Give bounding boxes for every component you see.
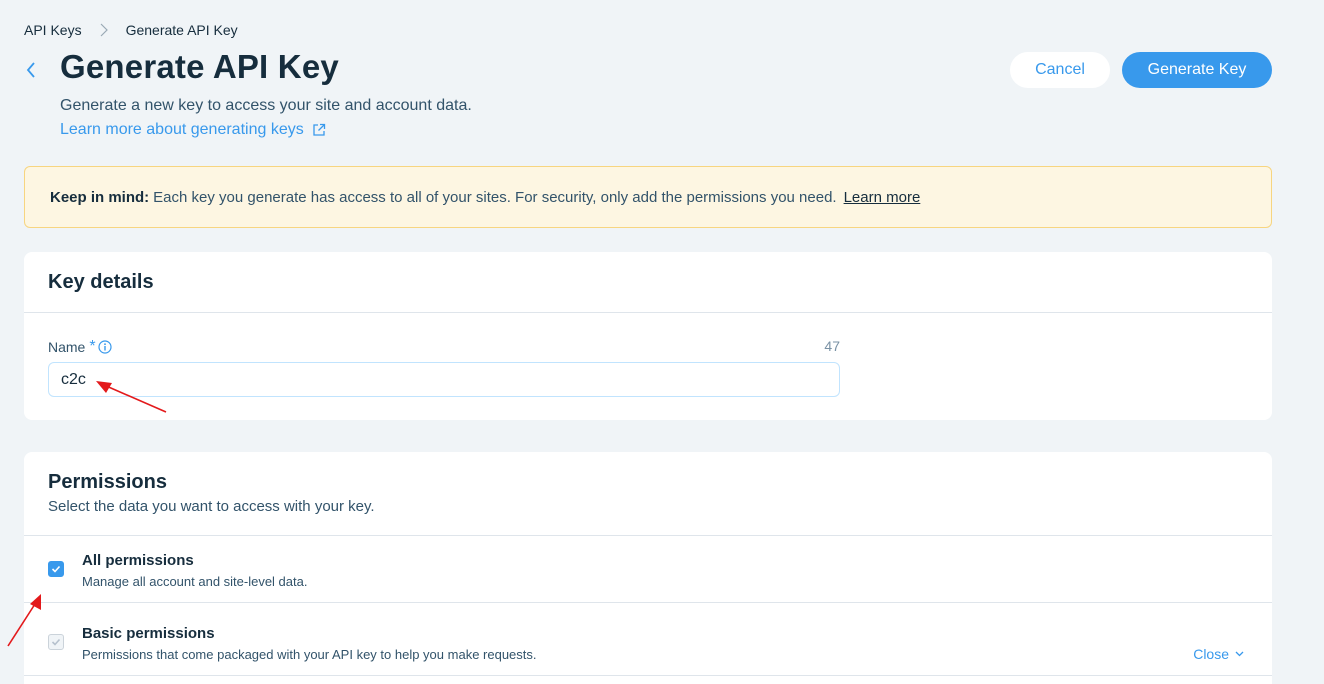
breadcrumb-current: Generate API Key [125, 22, 238, 38]
back-button[interactable] [22, 60, 40, 80]
permission-description: Manage all account and site-level data. [82, 574, 308, 589]
breadcrumb: API Keys Generate API Key [24, 22, 238, 38]
notice-bold-label: Keep in mind: [50, 188, 150, 206]
key-details-card: Key details Name * 47 [24, 252, 1272, 420]
permission-name: Basic permissions [82, 625, 215, 642]
divider [24, 312, 1272, 313]
permissions-title: Permissions [48, 471, 167, 493]
close-toggle[interactable]: Close [1193, 646, 1244, 662]
checkmark-icon [51, 638, 61, 646]
permissions-card: Permissions Select the data you want to … [24, 452, 1272, 684]
name-field-label: Name * [48, 338, 112, 356]
required-mark: * [89, 338, 96, 355]
basic-permissions-checkbox[interactable] [48, 634, 64, 650]
permissions-subtitle: Select the data you want to access with … [48, 498, 375, 515]
learn-link-label: Learn more about generating keys [60, 121, 304, 138]
permission-row-all: All permissions Manage all account and s… [24, 535, 1272, 602]
key-details-title: Key details [48, 271, 154, 293]
permission-description: Permissions that come packaged with your… [82, 647, 537, 662]
page-title: Generate API Key [60, 48, 339, 85]
generate-key-button[interactable]: Generate Key [1122, 52, 1272, 88]
chevron-right-icon [100, 23, 108, 37]
permission-row-basic: Basic permissions Permissions that come … [24, 602, 1272, 675]
info-icon[interactable] [97, 340, 112, 354]
name-label-text: Name [48, 339, 86, 355]
notice-learn-more-link[interactable]: Learn more [844, 189, 921, 206]
learn-more-generating-keys-link[interactable]: Learn more about generating keys [60, 121, 326, 139]
page-subtitle: Generate a new key to access your site a… [60, 97, 472, 114]
divider [24, 675, 1272, 676]
chevron-down-icon [1235, 651, 1244, 657]
external-link-icon [312, 123, 326, 137]
char-count: 47 [824, 338, 840, 354]
permission-name: All permissions [82, 552, 194, 569]
notice-text: Each key you generate has access to all … [153, 188, 837, 206]
chevron-left-icon [26, 62, 36, 78]
cancel-button[interactable]: Cancel [1010, 52, 1110, 88]
checkmark-icon [51, 565, 61, 573]
close-toggle-label: Close [1193, 646, 1229, 662]
all-permissions-checkbox[interactable] [48, 561, 64, 577]
name-input[interactable] [48, 362, 840, 397]
breadcrumb-api-keys-link[interactable]: API Keys [24, 22, 82, 38]
keep-in-mind-notice: Keep in mind: Each key you generate has … [24, 166, 1272, 228]
